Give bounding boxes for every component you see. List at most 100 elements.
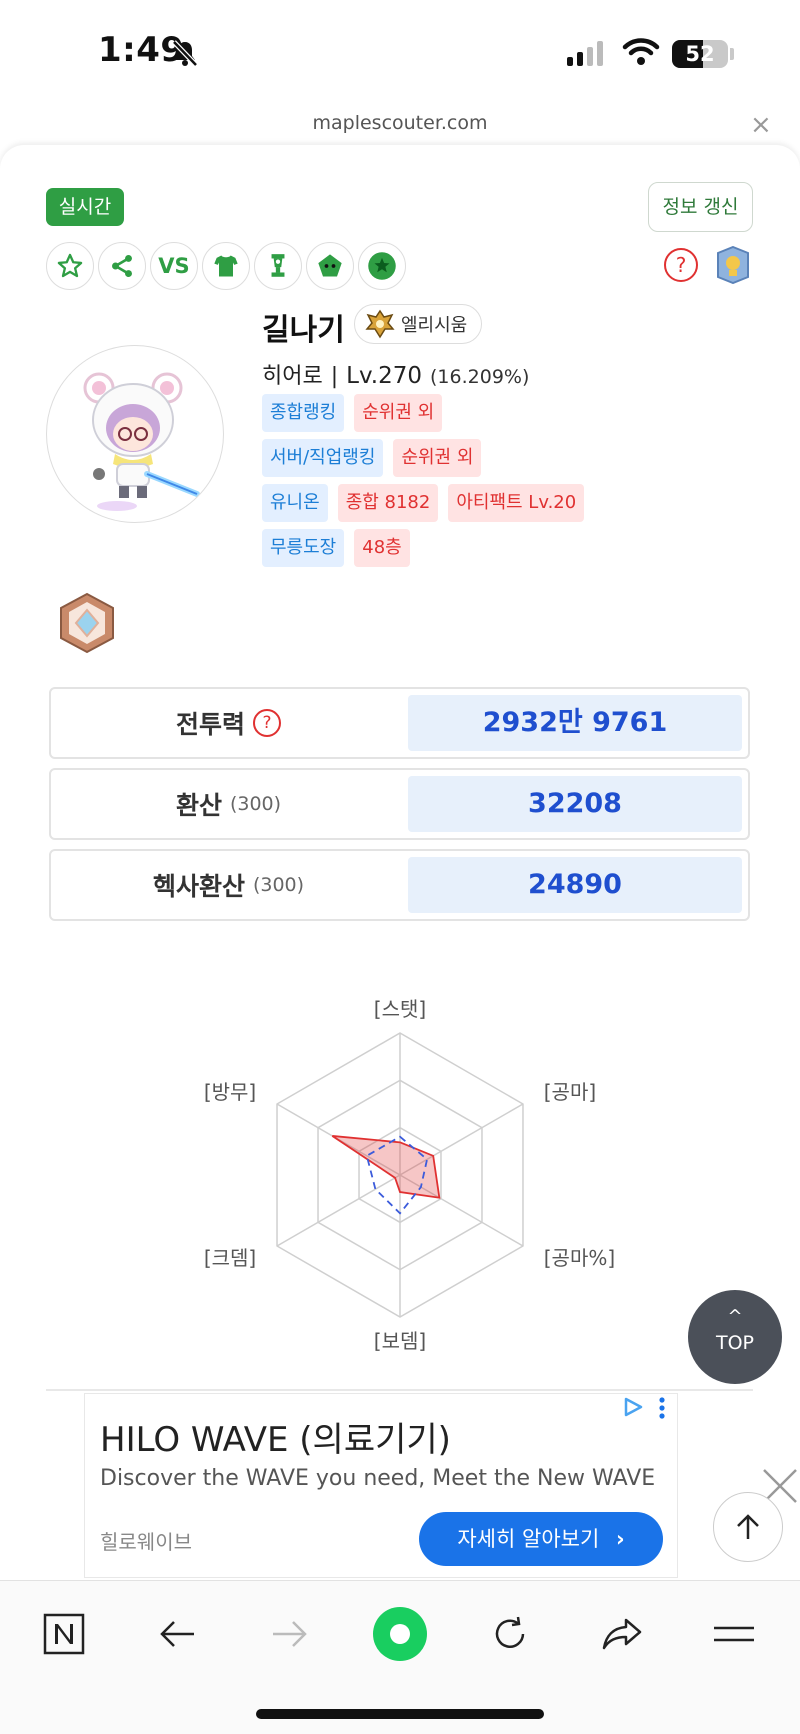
share-arrow-icon [602,1618,642,1650]
menu-button[interactable] [704,1604,764,1664]
scroll-top-button[interactable]: ^ TOP [688,1290,782,1384]
radar-axis-label-2: [공마%] [544,1246,615,1270]
star-circle-icon [368,252,396,280]
reload-button[interactable] [480,1604,540,1664]
compare-vs-button[interactable]: VS [150,242,198,290]
hexa-convert-box: 헥사환산 (300) 24890 [49,849,750,921]
radar-axis-label-0: [스탯] [374,997,426,1021]
home-indicator [256,1709,544,1719]
combat-power-label-cell: 전투력 ? [51,689,406,757]
chevron-right-icon: › [615,1527,625,1551]
ad-cta-button[interactable]: 자세히 알아보기 › [419,1512,663,1566]
wifi-icon [622,38,660,65]
hexa-convert-sub: (300) [252,874,305,896]
refresh-icon [495,1616,525,1648]
combat-power-label: 전투력 [175,710,245,739]
radar-spoke-4 [276,1174,401,1247]
ad-description[interactable]: Discover the WAVE you need, Meet the New… [100,1466,655,1491]
vs-label: VS [158,254,190,278]
equipment-button[interactable] [202,242,250,290]
character-class: 히어로 [262,364,323,389]
convert-value: 32208 [408,776,742,832]
convert-stat-box: 환산 (300) 32208 [49,768,750,840]
live-badge[interactable]: 실시간 [46,188,124,226]
combat-power-help-button[interactable]: ? [253,709,281,737]
ad-more-icon[interactable] [658,1396,666,1420]
radar-axis-label-3: [보뎀] [374,1329,426,1353]
arrow-up-icon [737,1514,759,1539]
green-dot-button[interactable] [370,1604,430,1664]
ad-title[interactable]: HILO WAVE (의료기기) [100,1412,451,1461]
union-artifact: 아티팩트 Lv.20 [448,484,585,522]
forward-button[interactable] [259,1604,319,1664]
separator: | [330,364,339,389]
union-row: 유니온 종합 8182 아티팩트 Lv.20 [262,484,585,522]
radar-axis-label-4: [크뎀] [204,1246,256,1270]
ad-cta-label: 자세히 알아보기 [457,1527,600,1551]
chevron-up-icon: ^ [727,1306,743,1327]
url-bar[interactable]: maplescouter.com [0,112,800,134]
shirt-icon [214,255,238,277]
refresh-info-button[interactable]: 정보 갱신 [648,182,753,232]
radar-series-red [331,1135,441,1199]
naver-n-icon [43,1613,85,1655]
radar-axis-label-1: [공마] [544,1080,596,1104]
hexa-convert-label: 헥사환산 [152,872,245,901]
adchoices-icon[interactable] [622,1396,644,1418]
share-page-button[interactable] [592,1604,652,1664]
character-exp: (16.209%) [430,366,530,388]
union-label[interactable]: 유니온 [262,484,328,522]
combat-power-value: 2932만 9761 [408,695,742,751]
cell-signal-icon [567,40,603,66]
share-button[interactable] [98,242,146,290]
hexa-convert-value: 24890 [408,857,742,913]
tier-medal-icon [60,592,114,654]
symbol-button[interactable] [254,242,302,290]
stat-button[interactable] [358,242,406,290]
convert-sub: (300) [229,793,282,815]
class-level-line: 히어로 | Lv.270 (16.209%) [262,358,529,390]
character-level: Lv.270 [346,363,423,389]
section-divider [46,1389,753,1391]
server-name: 엘리시움 [401,315,468,336]
action-icon-row: VS [46,242,406,290]
dojang-value: 48층 [354,529,410,567]
union-button[interactable] [306,242,354,290]
trophy-icon [271,254,285,277]
overall-rank-value: 순위권 외 [354,394,443,432]
arrow-left-icon [160,1621,194,1647]
server-rank-label[interactable]: 서버/직업랭킹 [262,439,384,477]
guild-badge-icon[interactable] [714,246,752,284]
convert-label-cell: 환산 (300) [51,770,406,838]
close-tab-button[interactable]: × [750,110,772,140]
dojang-label[interactable]: 무릉도장 [262,529,345,567]
favorite-button[interactable] [46,242,94,290]
character-name: 길나기 [262,313,345,348]
ad-brand[interactable]: 힐로웨이브 [100,1526,192,1555]
pentagon-icon [318,254,342,277]
union-total: 종합 8182 [337,484,439,522]
server-chip[interactable]: 엘리시움 [354,304,483,344]
green-dot-icon [373,1607,427,1661]
convert-label: 환산 [175,791,222,820]
server-rank-value: 순위권 외 [393,439,482,477]
bell-muted-icon [172,40,198,67]
battery-level: 52 [685,42,715,66]
dojang-row: 무릉도장 48층 [262,529,410,567]
combat-power-box: 전투력 ? 2932만 9761 [49,687,750,759]
scroll-up-button[interactable] [713,1492,783,1562]
hexa-label-cell: 헥사환산 (300) [51,851,406,919]
help-button[interactable]: ? [664,248,698,282]
battery-tip [730,48,734,60]
naver-home-button[interactable] [34,1604,94,1664]
top-label: TOP [715,1332,755,1354]
share-icon [112,254,132,278]
overall-rank-row: 종합랭킹 순위권 외 [262,394,443,432]
star-icon [57,253,83,278]
server-crest-icon [365,309,395,339]
radar-axis-label-5: [방무] [204,1080,256,1104]
overall-rank-label[interactable]: 종합랭킹 [262,394,345,432]
battery-icon: 52 [672,40,728,68]
back-button[interactable] [148,1604,208,1664]
character-avatar [46,345,224,523]
